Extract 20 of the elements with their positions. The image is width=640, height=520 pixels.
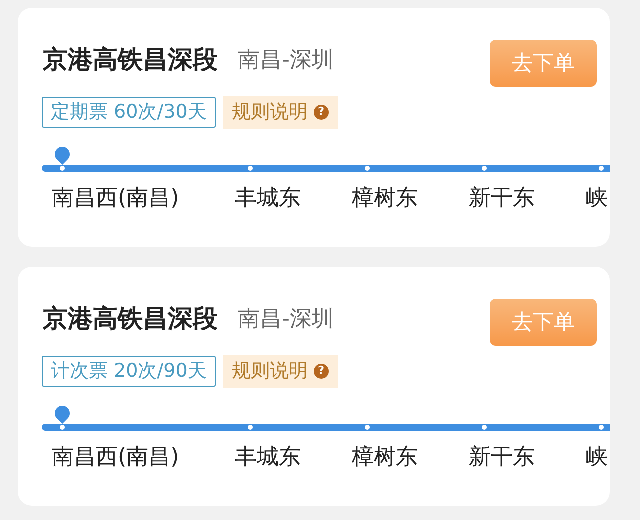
help-icon: ? xyxy=(314,105,329,120)
route-text: 南昌-深圳 xyxy=(238,306,334,334)
station-name: 丰城东 xyxy=(235,444,302,472)
station-name: 南昌西(南昌) xyxy=(52,444,180,472)
station-name: 樟树东 xyxy=(352,444,419,472)
line-title: 京港高铁昌深段 xyxy=(43,303,218,336)
rules-link[interactable]: 规则说明 ? xyxy=(222,355,338,388)
station-name: 丰城东 xyxy=(235,185,302,213)
route-text: 南昌-深圳 xyxy=(238,46,334,74)
ticket-tag: 定期票 60次/30天 xyxy=(42,97,216,128)
help-icon: ? xyxy=(314,364,329,379)
station-name: 峡 xyxy=(586,185,609,213)
station-name: 峡 xyxy=(586,444,609,472)
line-title: 京港高铁昌深段 xyxy=(43,44,218,76)
station-name: 樟树东 xyxy=(352,185,419,213)
ticket-tag: 计次票 20次/90天 xyxy=(42,356,216,387)
station-name: 南昌西(南昌) xyxy=(52,185,180,213)
rules-link[interactable]: 规则说明 ? xyxy=(222,96,338,129)
station-name: 新干东 xyxy=(469,185,536,213)
station-name: 新干东 xyxy=(469,444,536,472)
